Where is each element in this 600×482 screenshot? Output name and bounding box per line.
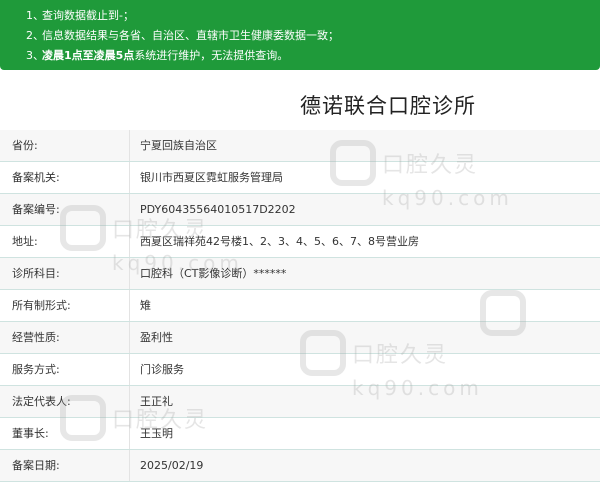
table-row: 董事长: 王玉明 <box>0 418 600 450</box>
table-row: 地址: 西夏区瑞祥苑42号楼1、2、3、4、5、6、7、8号营业房 <box>0 226 600 258</box>
row-value: 王正礼 <box>140 395 173 408</box>
row-label: 服务方式: <box>0 354 130 385</box>
row-label: 诊所科目: <box>0 258 130 289</box>
notice-bold-text: 凌晨1点至凌晨5点 <box>42 49 135 62</box>
table-row: 备案机关: 银川市西夏区霓虹服务管理局 <box>0 162 600 194</box>
table-row: 经营性质: 盈利性 <box>0 322 600 354</box>
row-label: 地址: <box>0 226 130 257</box>
row-value: 2025/02/19 <box>140 459 204 472</box>
row-value: 雉 <box>140 299 151 312</box>
row-label: 备案机关: <box>0 162 130 193</box>
notice-number: 1、 <box>26 9 44 22</box>
notice-number: 3、 <box>26 49 44 62</box>
row-label: 法定代表人: <box>0 386 130 417</box>
row-value: 口腔科（CT影像诊断）****** <box>140 267 287 280</box>
row-label: 所有制形式: <box>0 290 130 321</box>
notice-text: 查询数据截止到-； <box>42 9 134 22</box>
row-label: 备案编号: <box>0 194 130 225</box>
notice-text: 信息数据结果与各省、自治区、直辖市卫生健康委数据一致； <box>42 29 339 42</box>
table-row: 诊所科目: 口腔科（CT影像诊断）****** <box>0 258 600 290</box>
notice-line-3: 3、 凌晨1点至凌晨5点系统进行维护，无法提供查询。 <box>0 46 600 66</box>
notice-line-1: 1、 查询数据截止到-； <box>0 6 600 26</box>
row-value: 王玉明 <box>140 427 173 440</box>
clinic-info-table: 省份: 宁夏回族自治区 备案机关: 银川市西夏区霓虹服务管理局 备案编号: PD… <box>0 130 600 482</box>
notice-number: 2、 <box>26 29 44 42</box>
notice-line-2: 2、 信息数据结果与各省、自治区、直辖市卫生健康委数据一致； <box>0 26 600 46</box>
row-value: PDY60435564010517D2202 <box>140 203 296 216</box>
row-label: 董事长: <box>0 418 130 449</box>
clinic-title: 德诺联合口腔诊所 <box>300 94 476 118</box>
table-row: 所有制形式: 雉 <box>0 290 600 322</box>
table-row: 法定代表人: 王正礼 <box>0 386 600 418</box>
row-value: 宁夏回族自治区 <box>140 139 217 152</box>
row-label: 省份: <box>0 130 130 161</box>
row-value: 银川市西夏区霓虹服务管理局 <box>140 171 283 184</box>
row-value: 门诊服务 <box>140 363 184 376</box>
notice-banner: 1、 查询数据截止到-； 2、 信息数据结果与各省、自治区、直辖市卫生健康委数据… <box>0 0 600 70</box>
table-row: 省份: 宁夏回族自治区 <box>0 130 600 162</box>
row-label: 备案日期: <box>0 450 130 481</box>
table-row: 备案日期: 2025/02/19 <box>0 450 600 482</box>
table-row: 备案编号: PDY60435564010517D2202 <box>0 194 600 226</box>
notice-text: 系统进行维护，无法提供查询。 <box>134 49 289 62</box>
row-label: 经营性质: <box>0 322 130 353</box>
table-row: 服务方式: 门诊服务 <box>0 354 600 386</box>
row-value: 西夏区瑞祥苑42号楼1、2、3、4、5、6、7、8号营业房 <box>140 235 419 248</box>
row-value: 盈利性 <box>140 331 173 344</box>
